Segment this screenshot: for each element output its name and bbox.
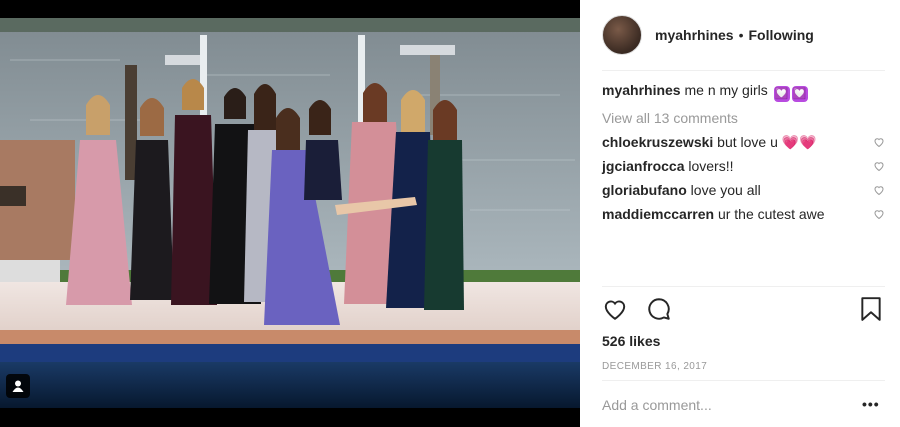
heart-emoji-icon: 💟	[791, 86, 808, 102]
comment-icon[interactable]	[646, 296, 672, 322]
heart-icon[interactable]	[602, 296, 628, 322]
like-comment-heart-icon[interactable]	[873, 208, 885, 220]
comment-divider	[602, 380, 885, 381]
actions-divider	[602, 286, 885, 287]
post-header: myahrhines • Following	[580, 0, 900, 70]
comment-text: ur the cutest awe	[717, 206, 825, 222]
comment-row: jgcianfrocca lovers!!	[602, 156, 885, 176]
header-username[interactable]: myahrhines	[655, 27, 734, 43]
post-photo[interactable]	[0, 0, 580, 427]
comment-row: gloriabufano love you all	[602, 180, 885, 200]
action-bar	[602, 296, 885, 324]
header-divider	[602, 70, 885, 71]
following-button[interactable]: Following	[749, 27, 814, 43]
caption-username[interactable]: myahrhines	[602, 82, 681, 98]
comment-text: lovers!!	[688, 158, 734, 174]
comment-username[interactable]: gloriabufano	[602, 182, 687, 198]
caption-text: me n my girls	[684, 82, 768, 98]
caption: myahrhines me n my girls 💟 💟	[602, 80, 885, 102]
comment-row: chloekruszewski but love u 💗💗	[602, 132, 885, 152]
comment-username[interactable]: maddiemccarren	[602, 206, 714, 222]
comment-emoji: 💗💗	[781, 134, 817, 150]
bookmark-icon[interactable]	[860, 296, 882, 322]
comment-text: but love u	[717, 134, 778, 150]
comment-row: maddiemccarren ur the cutest awe	[602, 204, 885, 224]
add-comment-input[interactable]: Add a comment...	[602, 397, 712, 413]
photo-illustration	[0, 0, 580, 427]
like-count[interactable]: 526 likes	[602, 333, 660, 349]
like-comment-heart-icon[interactable]	[873, 136, 885, 148]
more-options-icon[interactable]: •••	[862, 396, 880, 412]
comment-text: love you all	[690, 182, 761, 198]
like-comment-heart-icon[interactable]	[873, 184, 885, 196]
post-date: DECEMBER 16, 2017	[602, 361, 708, 372]
tagged-user-icon[interactable]	[6, 374, 30, 398]
heart-emoji-icon: 💟	[773, 86, 790, 102]
view-all-comments-link[interactable]: View all 13 comments	[602, 108, 885, 128]
post-details-panel: myahrhines • Following myahrhines me n m…	[580, 0, 900, 427]
separator-dot: •	[738, 27, 744, 43]
avatar[interactable]	[602, 15, 642, 55]
comment-username[interactable]: chloekruszewski	[602, 134, 713, 150]
comment-username[interactable]: jgcianfrocca	[602, 158, 684, 174]
like-comment-heart-icon[interactable]	[873, 160, 885, 172]
comments-section: myahrhines me n my girls 💟 💟 View all 13 …	[602, 80, 885, 224]
